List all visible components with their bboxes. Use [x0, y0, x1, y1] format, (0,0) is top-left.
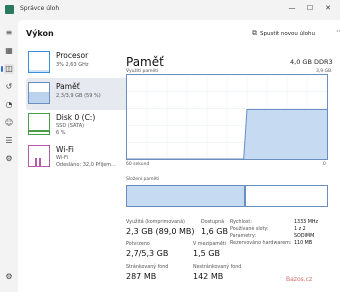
run-task-icon: ⧉: [252, 29, 257, 37]
details-icon[interactable]: ☰: [4, 136, 14, 146]
speed-label: Rychlost:: [230, 220, 252, 225]
committed-label: Potvrzeno: [126, 242, 150, 247]
paged-pool-value: 287 MB: [126, 272, 157, 281]
resource-item-wifi[interactable]: Wi-Fi Wi-Fi Odesláno: 32,0 Přijem...: [26, 141, 134, 173]
slots-label: Používané sloty:: [230, 227, 269, 232]
settings-icon[interactable]: ⚙: [4, 272, 14, 282]
nav-rail: ≡ ▦ ◫ ↺ ◔ ☺ ☰ ⚙ ⚙: [0, 20, 18, 292]
committed-value: 2,7/5,3 GB: [126, 249, 169, 258]
run-task-label: Spustit novou úlohu: [260, 31, 315, 37]
menu-icon[interactable]: ≡: [4, 28, 14, 38]
performance-icon[interactable]: ◫: [1, 64, 14, 74]
run-new-task-button[interactable]: ⧉ Spustit novou úlohu: [252, 29, 315, 38]
resource-detail: 2,3/3,9 GB (59 %): [56, 93, 101, 99]
memory-thumbnail-graph: [28, 82, 50, 104]
graph-time-end: 0: [323, 162, 326, 167]
cpu-thumbnail-graph: [28, 51, 50, 73]
startup-icon[interactable]: ◔: [4, 100, 14, 110]
disk-thumbnail-graph: [28, 113, 50, 135]
memory-usage-svg: [127, 75, 327, 159]
resource-item-memory[interactable]: Paměť 2,3/3,9 GB (59 %): [26, 78, 134, 110]
app-history-icon[interactable]: ↺: [4, 82, 14, 92]
graph-time-start: 60 sekund: [126, 162, 150, 167]
memory-model: 4,0 GB DDR3: [290, 58, 333, 66]
composition-label: Složení paměti: [126, 177, 160, 182]
hw-reserved-value: 110 MB: [294, 241, 313, 246]
resource-detail: 3% 2,63 GHz: [56, 62, 89, 68]
resource-detail: SSD (SATA): [56, 123, 85, 129]
resource-detail-2: Odesláno: 32,0 Přijem...: [56, 162, 116, 168]
watermark: Bazos.cz: [286, 276, 313, 283]
performance-page: Výkon ⧉Spustit novou úlohu ··· Procesor …: [18, 20, 340, 292]
in-use-label: Využitá (komprimovaná): [126, 220, 185, 225]
resource-detail: Wi-Fi: [56, 155, 68, 161]
task-manager-icon: [5, 5, 14, 14]
more-options-button[interactable]: ···: [336, 27, 340, 36]
slots-value: 1 z 2: [294, 227, 306, 232]
wifi-thumbnail-graph: [28, 145, 50, 167]
hw-reserved-label: Rezervováno hardwarem:: [230, 241, 292, 246]
cached-label: V mezipaměti: [193, 242, 227, 247]
speed-value: 1333 MHz: [294, 220, 318, 225]
resource-name: Disk 0 (C:): [56, 113, 96, 122]
form-factor-label: Parametry:: [230, 234, 257, 239]
services-icon[interactable]: ⚙: [4, 154, 14, 164]
available-value: 1,6 GB: [201, 227, 228, 236]
resource-item-cpu[interactable]: Procesor 3% 2,63 GHz: [26, 47, 134, 79]
page-title: Výkon: [26, 29, 54, 38]
processes-icon[interactable]: ▦: [4, 46, 14, 56]
form-factor-value: SODIMM: [294, 234, 315, 239]
close-button[interactable]: ✕: [322, 4, 334, 12]
paged-pool-label: Stránkovaný fond: [126, 265, 169, 270]
in-use-value: 2,3 GB (89,0 MB): [126, 227, 195, 236]
users-icon[interactable]: ☺: [4, 118, 14, 128]
resource-item-disk[interactable]: Disk 0 (C:) SSD (SATA) 6 %: [26, 109, 134, 141]
resource-name: Procesor: [56, 51, 89, 60]
nonpaged-pool-label: Nestránkovaný fond: [193, 265, 242, 270]
title-bar: Správce úloh — ☐ ✕: [0, 0, 340, 20]
app-title: Správce úloh: [20, 5, 60, 12]
composition-modified: [245, 186, 246, 206]
cached-value: 1,5 GB: [193, 249, 220, 258]
available-label: Dostupná: [201, 220, 225, 225]
memory-usage-graph: [126, 74, 328, 160]
composition-in-use: [127, 186, 245, 206]
minimize-button[interactable]: —: [286, 4, 298, 12]
panel-title: Paměť: [126, 55, 164, 69]
resource-name: Wi-Fi: [56, 145, 74, 154]
memory-composition-bar: [126, 185, 328, 207]
resource-name: Paměť: [56, 82, 80, 91]
resource-detail-2: 6 %: [56, 130, 66, 136]
maximize-button[interactable]: ☐: [304, 4, 316, 12]
nonpaged-pool-value: 142 MB: [193, 272, 224, 281]
